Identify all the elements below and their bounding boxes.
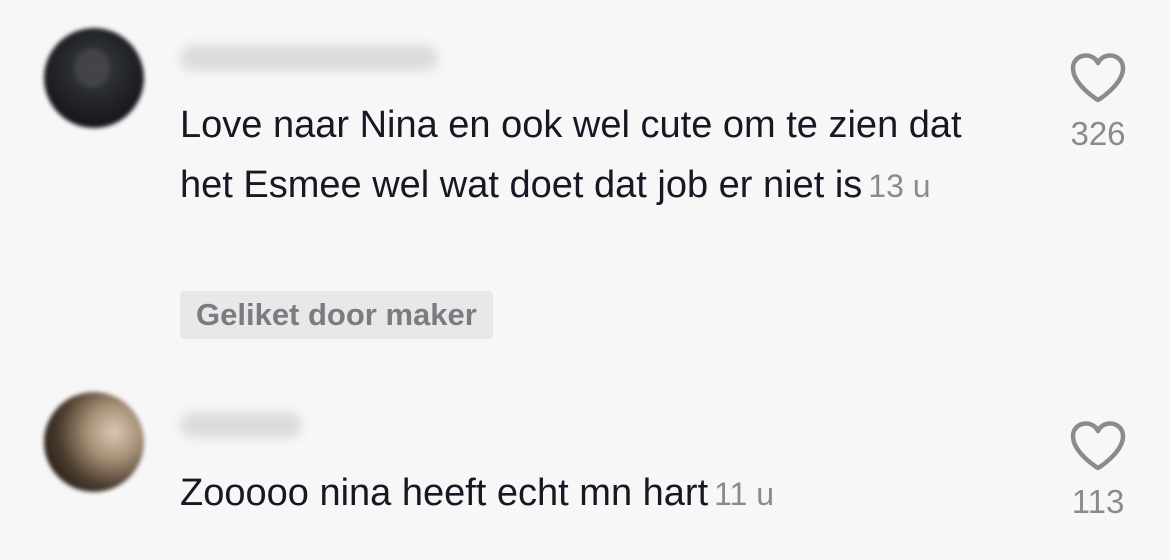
liked-by-creator-badge: Geliket door maker [180, 291, 493, 339]
comment-body: Love naar Nina en ook wel cute om te zie… [180, 104, 962, 206]
heart-outline-icon[interactable] [1069, 52, 1127, 104]
comment-body: Zooooo nina heeft echt mn hart [180, 472, 709, 514]
comment-item: Love naar Nina en ook wel cute om te zie… [0, 0, 1170, 360]
username-blurred[interactable] [180, 412, 302, 438]
comment-item: Zooooo nina heeft echt mn hart 11 u 113 [0, 380, 1170, 560]
comment-text: Love naar Nina en ook wel cute om te zie… [180, 95, 980, 216]
heart-outline-icon[interactable] [1069, 420, 1127, 472]
like-count: 113 [1071, 483, 1125, 520]
like-count: 326 [1070, 115, 1126, 152]
avatar[interactable] [44, 392, 144, 492]
comment-text: Zooooo nina heeft echt mn hart 11 u [180, 463, 980, 524]
comment-timestamp: 13 u [868, 168, 931, 204]
username-blurred[interactable] [180, 45, 438, 71]
avatar[interactable] [44, 28, 144, 128]
comment-timestamp: 11 u [714, 476, 775, 512]
like-button[interactable]: 113 [1058, 420, 1138, 522]
like-button[interactable]: 326 [1058, 52, 1138, 154]
